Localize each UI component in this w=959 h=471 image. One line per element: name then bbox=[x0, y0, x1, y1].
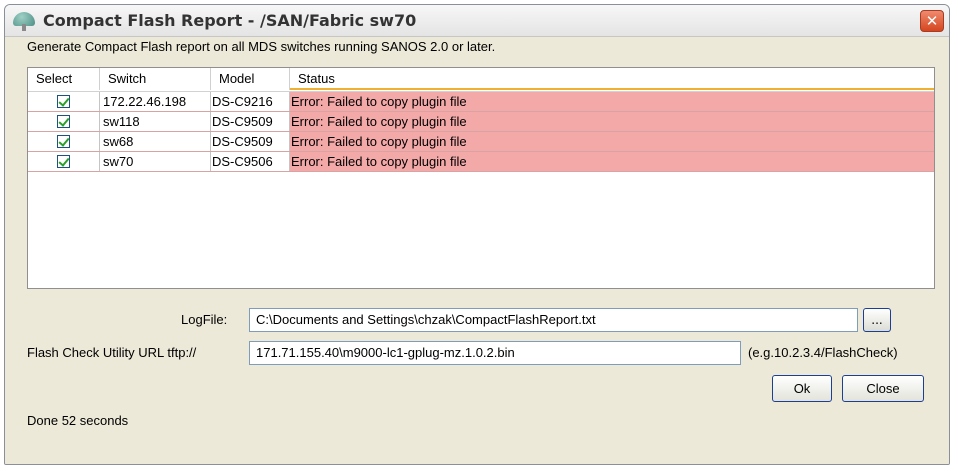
status-cell: Error: Failed to copy plugin file bbox=[290, 92, 934, 111]
status-cell: Error: Failed to copy plugin file bbox=[290, 112, 934, 131]
table-row[interactable]: sw68 DS-C9509 Error: Failed to copy plug… bbox=[28, 132, 934, 152]
model-cell: DS-C9216 bbox=[211, 92, 290, 111]
switch-cell: sw118 bbox=[100, 112, 211, 131]
status-cell: Error: Failed to copy plugin file bbox=[290, 152, 934, 171]
switch-cell: sw70 bbox=[100, 152, 211, 171]
model-cell: DS-C9506 bbox=[211, 152, 290, 171]
window-title: Compact Flash Report - /SAN/Fabric sw70 bbox=[43, 11, 417, 30]
column-header-switch[interactable]: Switch bbox=[100, 68, 211, 90]
select-checkbox[interactable] bbox=[57, 115, 70, 128]
url-label: Flash Check Utility URL tftp:// bbox=[27, 345, 197, 360]
select-cell bbox=[28, 132, 100, 151]
compact-flash-report-dialog: Compact Flash Report - /SAN/Fabric sw70 … bbox=[4, 4, 950, 465]
switch-cell: sw68 bbox=[100, 132, 211, 151]
column-header-select[interactable]: Select bbox=[28, 68, 100, 90]
table-row[interactable]: sw70 DS-C9506 Error: Failed to copy plug… bbox=[28, 152, 934, 172]
description-text: Generate Compact Flash report on all MDS… bbox=[27, 39, 496, 54]
logfile-label: LogFile: bbox=[181, 312, 228, 327]
ok-button[interactable]: Ok bbox=[772, 375, 832, 402]
table-header: Select Switch Model Status bbox=[28, 68, 934, 92]
status-message: Done 52 seconds bbox=[27, 413, 129, 428]
status-cell: Error: Failed to copy plugin file bbox=[290, 132, 934, 151]
select-checkbox[interactable] bbox=[57, 135, 70, 148]
dialog-content: Generate Compact Flash report on all MDS… bbox=[5, 37, 949, 464]
table-row[interactable]: sw118 DS-C9509 Error: Failed to copy plu… bbox=[28, 112, 934, 132]
app-mushroom-icon bbox=[13, 11, 35, 31]
select-cell bbox=[28, 92, 100, 111]
logfile-input[interactable]: C:\Documents and Settings\chzak\CompactF… bbox=[249, 308, 858, 332]
model-cell: DS-C9509 bbox=[211, 112, 290, 131]
url-hint: (e.g.10.2.3.4/FlashCheck) bbox=[748, 345, 898, 360]
title-bar[interactable]: Compact Flash Report - /SAN/Fabric sw70 … bbox=[5, 5, 949, 37]
switch-table: Select Switch Model Status 172.22.46.198… bbox=[27, 67, 935, 289]
switch-cell: 172.22.46.198 bbox=[100, 92, 211, 111]
column-header-model[interactable]: Model bbox=[211, 68, 290, 90]
select-cell bbox=[28, 152, 100, 171]
model-cell: DS-C9509 bbox=[211, 132, 290, 151]
flash-check-url-input[interactable]: 171.71.155.40\m9000-lc1-gplug-mz.1.0.2.b… bbox=[249, 341, 741, 365]
select-cell bbox=[28, 112, 100, 131]
close-button[interactable]: Close bbox=[842, 375, 924, 402]
window-close-button[interactable]: ✕ bbox=[920, 10, 944, 32]
browse-button[interactable]: ... bbox=[863, 308, 891, 332]
column-header-status[interactable]: Status bbox=[290, 68, 934, 90]
table-row[interactable]: 172.22.46.198 DS-C9216 Error: Failed to … bbox=[28, 92, 934, 112]
select-checkbox[interactable] bbox=[57, 95, 70, 108]
select-checkbox[interactable] bbox=[57, 155, 70, 168]
